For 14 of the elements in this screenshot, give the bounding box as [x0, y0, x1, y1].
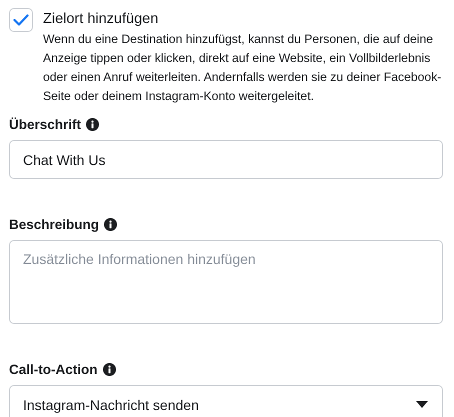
- checkmark-icon: [13, 14, 29, 26]
- headline-field[interactable]: Chat With Us: [9, 140, 443, 179]
- info-icon[interactable]: [104, 218, 118, 231]
- description-text: Wenn du eine Destination hinzufügst, kannst du Personen, die auf deine Anzeige tippen oder klicken, direkt auf eine Website, ein Vollbilderlebnis oder einen Anruf weiterleiten. Andernfalls werden sie zu deiner Facebook-Seite oder deinem Instagram-Konto weitergeleitet.: [43, 31, 442, 105]
- dropdown-caret-icon: [416, 401, 428, 408]
- field-label: Beschreibung: [9, 217, 100, 232]
- info-icon[interactable]: [102, 363, 116, 376]
- field-label: Call-to-Action: [9, 362, 98, 377]
- field-label: Überschrift: [9, 117, 82, 132]
- checkbox[interactable]: [9, 8, 33, 32]
- description-field[interactable]: Zusätzliche Informationen hinzufügen: [9, 240, 443, 324]
- checkbox-label: Zielort hinzufügen: [43, 11, 160, 27]
- info-icon[interactable]: [86, 118, 100, 131]
- call-to-action-dropdown[interactable]: Instagram-Nachricht senden: [9, 385, 443, 417]
